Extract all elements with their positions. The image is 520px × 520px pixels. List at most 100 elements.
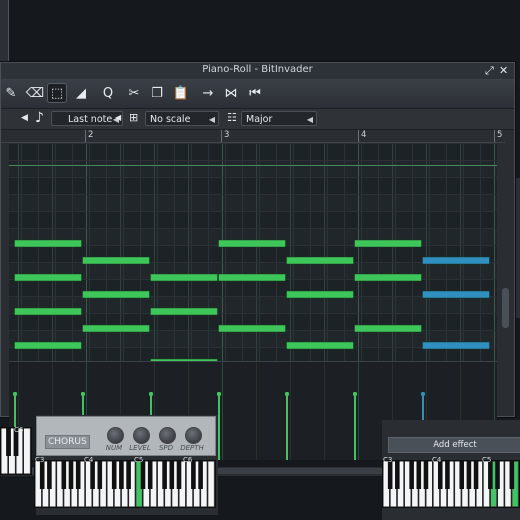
velocity-handle	[81, 392, 85, 396]
white-key	[207, 461, 215, 507]
black-key	[119, 461, 124, 489]
note	[14, 239, 82, 248]
add-effect-button[interactable]: Add effect	[388, 437, 520, 453]
bar-number: 3	[224, 130, 230, 140]
note	[354, 239, 422, 248]
scale-select[interactable]: No scale ◀	[145, 111, 219, 126]
scale-value: No scale	[150, 114, 191, 125]
octave-label: C5	[482, 456, 492, 464]
note	[150, 307, 218, 316]
close-icon[interactable]: ✕	[499, 64, 508, 77]
depth-knob[interactable]	[185, 427, 202, 444]
black-key	[191, 461, 196, 489]
note-grid[interactable]	[9, 143, 497, 361]
keyboard-left[interactable]	[0, 427, 32, 475]
knob-label: SPD	[158, 444, 174, 452]
quantize-icon[interactable]: Q	[98, 83, 118, 103]
erase-mode-icon[interactable]: ⌫	[25, 83, 45, 103]
black-key	[409, 461, 414, 489]
chevron-left-icon: ◀	[208, 115, 215, 124]
black-key	[473, 461, 479, 489]
black-key	[97, 461, 103, 489]
keyboard-middle-keys[interactable]	[35, 461, 215, 507]
left-arrow-icon[interactable]: ◀	[21, 113, 28, 123]
skip-back-icon[interactable]: ⏮	[245, 83, 265, 103]
level-knob[interactable]	[133, 427, 150, 444]
note	[422, 341, 490, 350]
note-length-value: Last note	[68, 114, 113, 125]
chorus-label: CHORUS	[45, 435, 90, 449]
black-key	[459, 461, 465, 489]
bar-tick	[358, 130, 359, 142]
note	[150, 273, 218, 282]
note	[286, 290, 354, 299]
octave-label: C6	[183, 456, 193, 464]
speed-knob[interactable]	[159, 427, 176, 444]
black-key	[198, 461, 203, 489]
black-key	[111, 461, 117, 489]
note	[218, 239, 286, 248]
stop-icon[interactable]: ⋈	[221, 83, 241, 103]
black-key	[39, 461, 45, 489]
black-key	[90, 461, 95, 489]
select-mode-icon[interactable]: ⬚	[47, 83, 67, 103]
note	[422, 256, 490, 265]
keyboard-middle[interactable]	[34, 460, 216, 508]
window-titlebar[interactable]: Piano-Roll - BitInvader ⤢ ✕	[1, 63, 514, 80]
scale-icon: ⊞	[129, 111, 139, 124]
record-arrow-icon[interactable]: →	[198, 83, 218, 103]
note	[14, 341, 82, 350]
velocity-handle	[421, 392, 425, 396]
keyboard-right[interactable]	[382, 460, 520, 508]
octave-label: C3	[383, 456, 393, 464]
note	[286, 256, 354, 265]
black-key	[445, 461, 450, 489]
chord-select[interactable]: Major ◀	[241, 111, 317, 126]
copy-icon[interactable]: ❐	[147, 83, 167, 103]
white-key	[23, 428, 31, 474]
bar-number: 2	[88, 130, 94, 140]
paste-icon[interactable]: 📋	[171, 83, 191, 103]
note	[82, 324, 150, 333]
black-key	[147, 461, 153, 489]
window-title: Piano-Roll - BitInvader	[202, 64, 313, 75]
keyboard-left-keys[interactable]	[1, 428, 31, 474]
octave-label: C5	[134, 456, 144, 464]
velocity-handle	[353, 392, 357, 396]
black-key	[509, 461, 515, 489]
black-key	[162, 461, 167, 489]
chord-value: Major	[246, 114, 273, 125]
note-grid-canvas[interactable]	[9, 143, 497, 361]
chorus-effect-panel: CHORUS NUM LEVEL SPD DEPTH	[36, 416, 216, 456]
timeline[interactable]: 2 3 4 5	[1, 130, 505, 143]
note	[82, 256, 150, 265]
black-key	[387, 461, 393, 489]
restore-icon[interactable]: ⤢	[485, 64, 494, 78]
bar-tick	[494, 130, 495, 142]
note	[286, 341, 354, 350]
black-key	[416, 461, 422, 489]
note-length-select[interactable]: Last note ◀	[51, 111, 123, 126]
bar-number: 4	[361, 130, 367, 140]
vertical-scrollbar[interactable]	[500, 143, 512, 361]
black-key	[6, 428, 11, 456]
keyboard-right-keys[interactable]	[383, 461, 519, 507]
note	[422, 290, 490, 299]
knob-label: DEPTH	[180, 444, 204, 452]
left-arrow-icon[interactable]: ◀	[115, 113, 121, 122]
bar-tick	[85, 130, 86, 142]
draw-mode-icon[interactable]: ✎	[1, 83, 21, 103]
note	[354, 324, 422, 333]
black-key	[466, 461, 472, 489]
pitch-bend-mode-icon[interactable]: ◢	[71, 83, 91, 103]
note	[14, 273, 82, 282]
black-key	[126, 461, 131, 489]
velocity-handle	[13, 392, 17, 396]
black-key	[495, 461, 500, 489]
options-bar: ◀ ♪ Last note ◀ ◀ ⊞ No scale ◀ ☷ Major ◀	[1, 109, 514, 130]
vertical-scrollbar-thumb[interactable]	[502, 288, 509, 328]
num-knob[interactable]	[107, 427, 124, 444]
cut-icon[interactable]: ✂	[124, 83, 144, 103]
bar-number: 5	[497, 130, 503, 140]
black-key	[140, 461, 146, 489]
